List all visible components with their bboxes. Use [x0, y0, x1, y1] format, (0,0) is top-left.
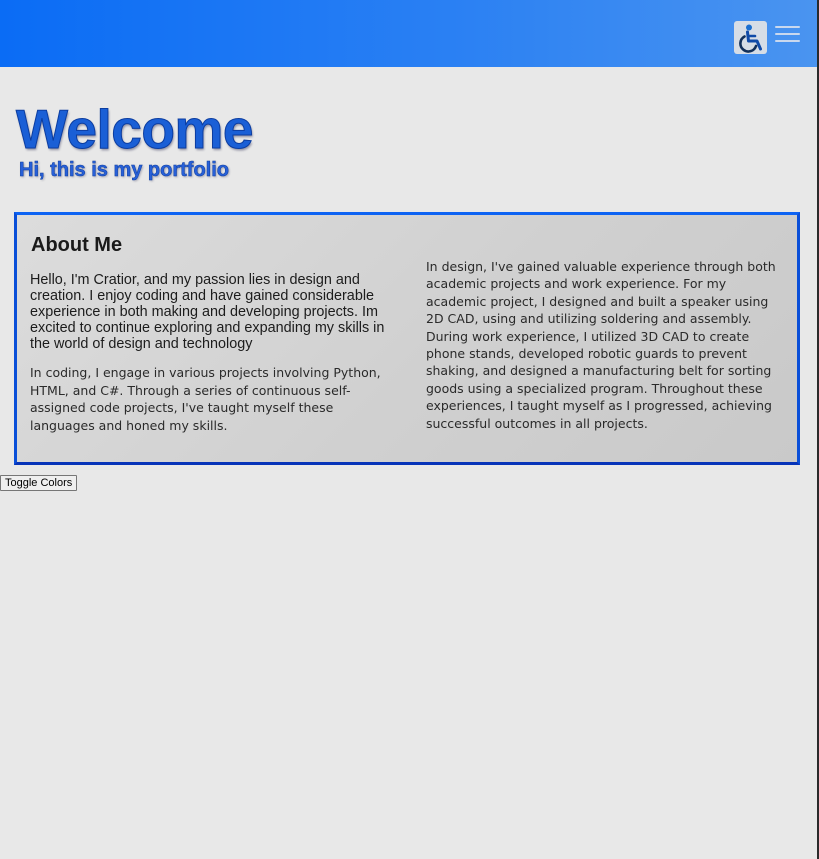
menu-line-icon	[775, 33, 800, 35]
page-subtitle: Hi, this is my portfolio	[19, 159, 230, 182]
top-bar	[0, 0, 817, 67]
about-heading: About Me	[31, 234, 123, 256]
about-coding-text: In coding, I engage in various projects …	[30, 365, 381, 433]
wheelchair-icon	[736, 23, 766, 53]
about-intro-text: Hello, I'm Cratior, and my passion lies …	[30, 272, 385, 352]
about-me-panel: About Me Hello, I'm Cratior, and my pass…	[14, 212, 800, 465]
about-left-column: Hello, I'm Cratior, and my passion lies …	[30, 272, 392, 434]
about-design-text: In design, I've gained valuable experien…	[426, 259, 776, 431]
menu-line-icon	[775, 26, 800, 28]
page: Welcome Hi, this is my portfolio About M…	[0, 0, 819, 859]
toggle-colors-button[interactable]: Toggle Colors	[0, 475, 78, 491]
menu-line-icon	[775, 40, 800, 42]
hamburger-menu-button[interactable]	[775, 25, 800, 43]
hero: Welcome Hi, this is my portfolio	[16, 96, 254, 182]
page-title: Welcome	[16, 98, 254, 161]
about-right-column: In design, I've gained valuable experien…	[426, 258, 788, 432]
accessibility-button[interactable]	[734, 21, 767, 54]
